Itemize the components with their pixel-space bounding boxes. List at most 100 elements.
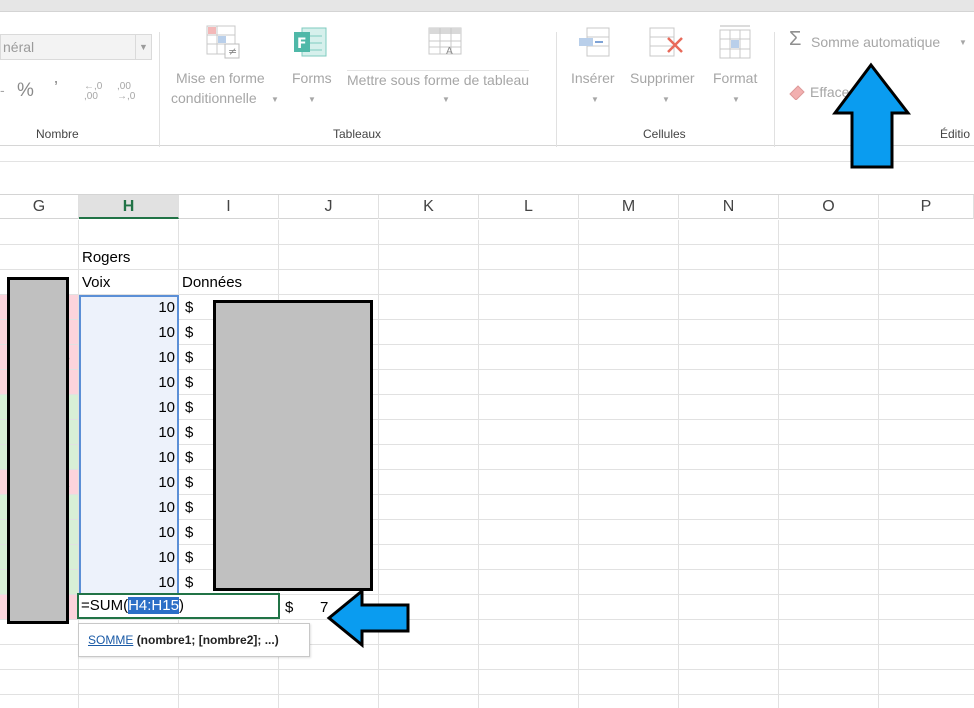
conditional-formatting-icon: ≠ — [206, 25, 240, 59]
percent-button[interactable]: % — [17, 80, 34, 102]
column-header-o[interactable]: O — [779, 195, 879, 219]
svg-text:F: F — [297, 36, 307, 52]
delete-button[interactable]: Supprimer — [630, 70, 695, 86]
window-top-strip — [0, 0, 974, 12]
cell-header-data[interactable]: Données — [182, 274, 242, 291]
tooltip-arguments: (nombre1; [nombre2]; ...) — [136, 633, 279, 647]
chevron-down-icon: ▼ — [308, 95, 316, 104]
worksheet-grid[interactable]: Rogers Voix Données 10 10 10 10 10 10 10… — [0, 220, 974, 708]
cell-voice-value[interactable]: 10 — [79, 399, 175, 416]
group-label-number: Nombre — [36, 127, 79, 141]
formula-bar-area — [0, 147, 974, 195]
formula-range-selection: H4:H15 — [128, 597, 179, 614]
cell-currency-symbol[interactable]: $ — [185, 549, 193, 566]
format-cells-icon — [719, 25, 751, 59]
column-header-p[interactable]: P — [879, 195, 974, 219]
cell-voice-value[interactable]: 10 — [79, 574, 175, 591]
format-as-table-icon: A — [428, 27, 462, 57]
gridline — [0, 694, 974, 695]
sigma-icon[interactable]: Σ — [789, 28, 801, 51]
cell-currency-symbol[interactable]: $ — [185, 574, 193, 591]
annotation-arrow-left-icon — [326, 588, 410, 649]
cell-voice-value[interactable]: 10 — [79, 499, 175, 516]
redaction-block — [7, 277, 69, 624]
insert-cells-icon — [579, 27, 610, 57]
cell-voice-value[interactable]: 10 — [79, 299, 175, 316]
cell-header-voice[interactable]: Voix — [82, 274, 110, 291]
column-header-k[interactable]: K — [379, 195, 479, 219]
increase-decimal-button[interactable]: ←,0 ,00 — [84, 82, 104, 102]
conditional-formatting-label-1[interactable]: Mise en forme — [176, 70, 265, 86]
cell-currency-symbol[interactable]: $ — [185, 474, 193, 491]
column-header-h[interactable]: H — [79, 195, 179, 219]
cell-currency-symbol[interactable]: $ — [185, 524, 193, 541]
forms-button[interactable]: Forms — [292, 70, 332, 86]
autosum-button[interactable]: Somme automatique — [811, 34, 940, 50]
cell-voice-value[interactable]: 10 — [79, 349, 175, 366]
group-divider — [556, 32, 557, 152]
annotation-arrow-up-icon — [832, 62, 912, 169]
group-label-cells: Cellules — [643, 127, 686, 141]
group-label-tables: Tableaux — [333, 127, 382, 141]
svg-text:A: A — [446, 46, 453, 57]
chevron-down-icon: ▼ — [732, 95, 740, 104]
gridline — [0, 244, 974, 245]
chevron-down-icon[interactable]: ▼ — [959, 38, 967, 47]
ribbon: néral ▼ - % ’ ←,0 ,00 ,00 →,0 Nombre ≠ M… — [0, 12, 974, 152]
cell-voice-value[interactable]: 10 — [79, 324, 175, 341]
cell-voice-value[interactable]: 10 — [79, 524, 175, 541]
formula-prefix: =SUM( — [81, 597, 129, 614]
cell-voice-value[interactable]: 10 — [79, 474, 175, 491]
forms-icon: F — [294, 27, 327, 57]
chevron-down-icon: ▼ — [442, 95, 450, 104]
conditional-formatting-label-2[interactable]: conditionnelle — [171, 90, 257, 106]
chevron-down-icon: ▼ — [662, 95, 670, 104]
column-header-g[interactable]: G — [0, 195, 79, 219]
divider — [0, 161, 974, 162]
column-header-l[interactable]: L — [479, 195, 579, 219]
number-format-value: néral — [3, 39, 35, 55]
active-cell-editor[interactable]: =SUM(H4:H15) — [77, 593, 280, 619]
chevron-down-icon: ▼ — [271, 95, 279, 104]
column-header-j[interactable]: J — [279, 195, 379, 219]
dash-symbol: - — [0, 82, 5, 98]
cell-currency-symbol[interactable]: $ — [185, 499, 193, 516]
function-tooltip: SOMME (nombre1; [nombre2]; ...) — [78, 623, 310, 657]
cell-currency-symbol[interactable]: $ — [185, 374, 193, 391]
cell-voice-value[interactable]: 10 — [79, 449, 175, 466]
cell-title-rogers[interactable]: Rogers — [82, 249, 130, 266]
eraser-icon — [789, 85, 805, 100]
chevron-down-icon[interactable]: ▼ — [135, 35, 151, 59]
insert-button[interactable]: Insérer — [571, 70, 615, 86]
cell-currency-symbol[interactable]: $ — [185, 324, 193, 341]
cell-currency-symbol[interactable]: $ — [185, 424, 193, 441]
chevron-down-icon: ▼ — [591, 95, 599, 104]
gridline — [0, 269, 974, 270]
gridline — [0, 669, 974, 670]
formula-text[interactable]: =SUM(H4:H15) — [81, 597, 184, 614]
cell-currency-symbol[interactable]: $ — [285, 599, 293, 616]
group-divider — [774, 32, 775, 152]
format-as-table-button[interactable]: Mettre sous forme de tableau — [347, 70, 530, 88]
comma-style-button[interactable]: ’ — [54, 78, 58, 99]
gridline — [0, 619, 974, 620]
cell-voice-value[interactable]: 10 — [79, 374, 175, 391]
decrease-decimal-button[interactable]: ,00 →,0 — [117, 82, 139, 102]
column-header-n[interactable]: N — [679, 195, 779, 219]
column-header-m[interactable]: M — [579, 195, 679, 219]
cell-voice-value[interactable]: 10 — [79, 424, 175, 441]
svg-text:≠: ≠ — [228, 45, 237, 58]
cell-currency-symbol[interactable]: $ — [185, 349, 193, 366]
cell-voice-value[interactable]: 10 — [79, 549, 175, 566]
group-divider — [159, 32, 160, 152]
number-format-combo[interactable]: néral ▼ — [0, 34, 152, 60]
column-headers: G H I J K L M N O P — [0, 195, 974, 219]
cell-currency-symbol[interactable]: $ — [185, 299, 193, 316]
column-header-i[interactable]: I — [179, 195, 279, 219]
format-button[interactable]: Format — [713, 70, 757, 86]
group-label-editing: Éditio — [940, 127, 971, 141]
delete-cells-icon — [649, 27, 683, 57]
cell-currency-symbol[interactable]: $ — [185, 399, 193, 416]
cell-currency-symbol[interactable]: $ — [185, 449, 193, 466]
tooltip-function-link[interactable]: SOMME — [88, 633, 133, 647]
